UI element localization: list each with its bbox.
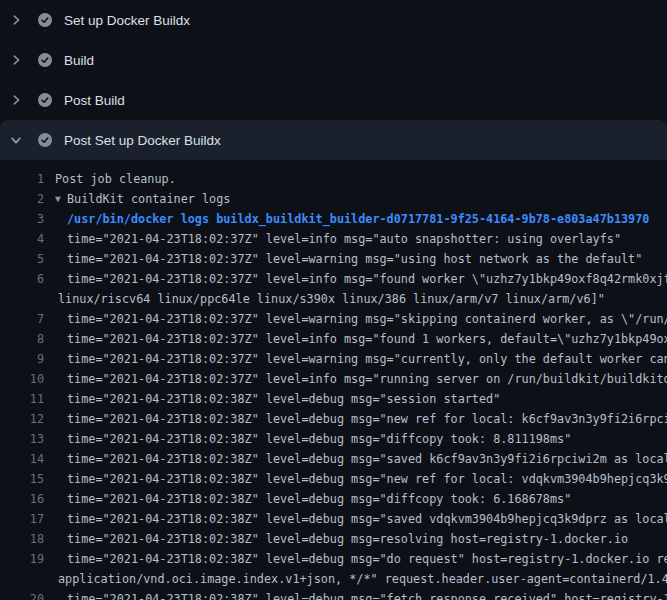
step-label: Post Build [64,93,125,108]
log-text: time="2021-04-23T18:02:38Z" level=debug … [67,489,571,509]
line-number[interactable]: 18 [0,529,44,549]
log-row: 10 time="2021-04-23T18:02:37Z" level=info… [0,369,667,389]
group-collapse-icon[interactable]: ▼ [55,189,67,209]
log-row: 1 Post job cleanup. [0,169,667,189]
log-text: time="2021-04-23T18:02:37Z" level=info m… [67,269,667,289]
log-text: time="2021-04-23T18:02:38Z" level=debug … [67,429,571,449]
log-row: 8 time="2021-04-23T18:02:37Z" level=info … [0,329,667,349]
line-number [0,569,44,589]
line-number[interactable]: 19 [0,549,44,569]
line-number[interactable]: 2 [0,189,44,209]
line-number[interactable]: 14 [0,449,44,469]
step-row-post-set-up-docker-buildx[interactable]: Post Set up Docker Buildx [0,120,667,160]
log-row: 7 time="2021-04-23T18:02:37Z" level=warni… [0,309,667,329]
step-row-set-up-docker-buildx[interactable]: Set up Docker Buildx [0,0,667,40]
line-number[interactable]: 10 [0,369,44,389]
line-number[interactable]: 7 [0,309,44,329]
log-text: time="2021-04-23T18:02:37Z" level=warnin… [67,309,667,329]
log-row: 6 time="2021-04-23T18:02:37Z" level=info … [0,269,667,289]
line-number[interactable]: 6 [0,269,44,289]
log-text: time="2021-04-23T18:02:38Z" level=debug … [67,589,667,600]
line-number[interactable]: 9 [0,349,44,369]
line-number[interactable]: 11 [0,389,44,409]
chevron-right-icon [8,12,24,28]
log-viewer: 1 Post job cleanup. 2 ▼BuildKit container l… [0,160,667,600]
step-row-post-build[interactable]: Post Build [0,80,667,120]
check-circle-icon [38,93,52,107]
log-group-title[interactable]: BuildKit container logs [67,189,230,209]
log-row: 19 time="2021-04-23T18:02:38Z" level=debu… [0,549,667,569]
log-row: 11 time="2021-04-23T18:02:38Z" level=debu… [0,389,667,409]
chevron-right-icon [8,52,24,68]
line-number[interactable]: 17 [0,509,44,529]
log-row: 2 ▼BuildKit container logs [0,189,667,209]
line-number[interactable]: 16 [0,489,44,509]
log-text: application/vnd.oci.image.index.v1+json,… [58,569,667,589]
check-circle-icon [38,53,52,67]
line-number[interactable]: 1 [0,169,44,189]
step-row-build[interactable]: Build [0,40,667,80]
line-number[interactable]: 8 [0,329,44,349]
line-number[interactable]: 15 [0,469,44,489]
log-text: time="2021-04-23T18:02:38Z" level=debug … [67,469,667,489]
log-row: 14 time="2021-04-23T18:02:38Z" level=debu… [0,449,667,469]
log-row: 16 time="2021-04-23T18:02:38Z" level=debu… [0,489,667,509]
log-row: 17 time="2021-04-23T18:02:38Z" level=debu… [0,509,667,529]
log-text: time="2021-04-23T18:02:38Z" level=debug … [67,549,667,569]
log-row: 18 time="2021-04-23T18:02:38Z" level=debu… [0,529,667,549]
log-row: 12 time="2021-04-23T18:02:38Z" level=debu… [0,409,667,429]
log-text: time="2021-04-23T18:02:37Z" level=warnin… [67,249,642,269]
chevron-down-icon [8,132,24,148]
log-text: time="2021-04-23T18:02:37Z" level=warnin… [67,349,667,369]
log-text: time="2021-04-23T18:02:38Z" level=debug … [67,409,667,429]
log-row: 15 time="2021-04-23T18:02:38Z" level=debu… [0,469,667,489]
line-number[interactable]: 12 [0,409,44,429]
log-text: time="2021-04-23T18:02:38Z" level=debug … [67,509,667,529]
line-number[interactable]: 5 [0,249,44,269]
step-label: Build [64,53,94,68]
log-row: 20 time="2021-04-23T18:02:38Z" level=debu… [0,589,667,600]
log-text: time="2021-04-23T18:02:37Z" level=info m… [67,229,621,249]
line-number[interactable]: 3 [0,209,44,229]
log-row: linux/riscv64 linux/ppc64le linux/s390x … [0,289,667,309]
check-circle-icon [38,133,52,147]
line-number[interactable]: 4 [0,229,44,249]
log-row: 13 time="2021-04-23T18:02:38Z" level=debu… [0,429,667,449]
step-label: Post Set up Docker Buildx [64,133,221,148]
line-number [0,289,44,309]
log-text: Post job cleanup. [55,169,176,189]
log-text: linux/riscv64 linux/ppc64le linux/s390x … [58,289,605,309]
log-text: time="2021-04-23T18:02:37Z" level=info m… [67,329,667,349]
log-text: time="2021-04-23T18:02:38Z" level=debug … [67,389,500,409]
log-text: time="2021-04-23T18:02:38Z" level=debug … [67,449,667,469]
step-label: Set up Docker Buildx [64,13,190,28]
log-row: application/vnd.oci.image.index.v1+json,… [0,569,667,589]
log-row: 5 time="2021-04-23T18:02:37Z" level=warni… [0,249,667,269]
line-number[interactable]: 20 [0,589,44,600]
log-row: 9 time="2021-04-23T18:02:37Z" level=warni… [0,349,667,369]
log-row: 3/usr/bin/docker logs buildx_buildkit_bu… [0,209,667,229]
log-row: 4 time="2021-04-23T18:02:37Z" level=info … [0,229,667,249]
line-number[interactable]: 13 [0,429,44,449]
steps-list: Set up Docker Buildx Build Post Build Post … [0,0,667,160]
check-circle-icon [38,13,52,27]
log-text: time="2021-04-23T18:02:38Z" level=debug … [67,529,628,549]
log-command-text: /usr/bin/docker logs buildx_buildkit_bui… [67,209,649,229]
chevron-right-icon [8,92,24,108]
log-text: time="2021-04-23T18:02:37Z" level=info m… [67,369,667,389]
